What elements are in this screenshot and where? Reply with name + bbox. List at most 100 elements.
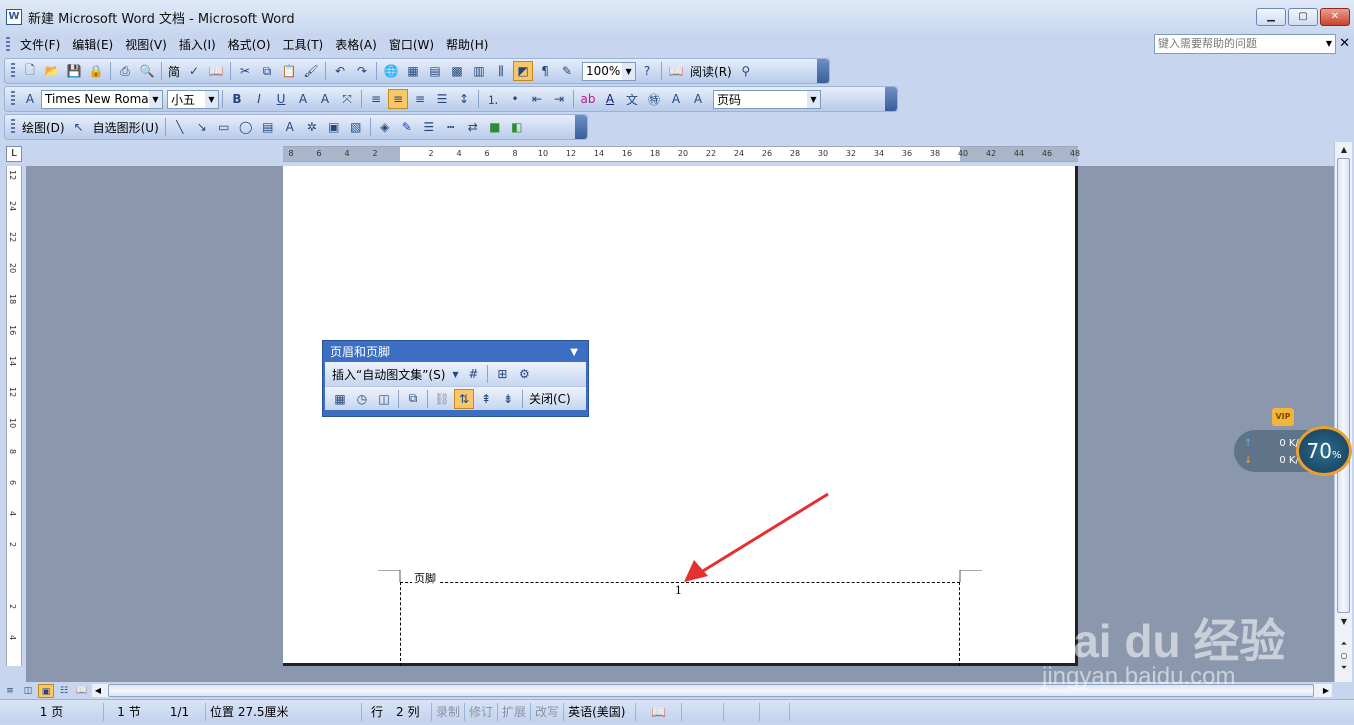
insert-date-icon[interactable]: ▦ xyxy=(330,389,350,409)
show-previous-icon[interactable]: ⇞ xyxy=(476,389,496,409)
toolbar-options-icon[interactable] xyxy=(885,87,897,111)
menu-grip-icon[interactable] xyxy=(6,37,10,53)
page-number-field[interactable]: 1 xyxy=(675,584,682,597)
align-right-icon[interactable]: ≡ xyxy=(410,89,430,109)
highlight-icon[interactable]: ab xyxy=(578,89,598,109)
clipart-icon[interactable]: ▣ xyxy=(324,117,344,137)
align-center-icon[interactable]: ≡ xyxy=(388,89,408,109)
toolbar-menu-icon[interactable]: ▼ xyxy=(570,343,578,362)
show-hide-text-icon[interactable]: ⧉ xyxy=(403,389,423,409)
zoom-select[interactable]: 100% ▼ xyxy=(582,61,637,81)
print-preview-icon[interactable]: 🔍 xyxy=(137,61,157,81)
toolbar-options-icon[interactable] xyxy=(575,115,587,139)
format-painter-icon[interactable]: 🖌 xyxy=(301,61,321,81)
phonetic-guide-icon[interactable]: 文 xyxy=(622,89,642,109)
show-next-icon[interactable]: ⇟ xyxy=(498,389,518,409)
shrink-font-icon[interactable]: A xyxy=(688,89,708,109)
format-page-number-icon[interactable]: ⚙ xyxy=(514,364,534,384)
dash-style-icon[interactable]: ┅ xyxy=(441,117,461,137)
status-extend[interactable]: 扩展 xyxy=(498,702,532,721)
save-icon[interactable]: 💾 xyxy=(64,61,84,81)
italic-icon[interactable]: I xyxy=(249,89,269,109)
close-header-footer-button[interactable]: 关闭(C) xyxy=(526,390,574,407)
show-hide-icon[interactable]: ¶ xyxy=(535,61,555,81)
chevron-down-icon[interactable]: ▼ xyxy=(149,90,162,108)
menu-help[interactable]: 帮助(H) xyxy=(440,35,494,55)
numbering-icon[interactable]: ⒈ xyxy=(483,89,503,109)
hyperlink-icon[interactable]: 🌐 xyxy=(381,61,401,81)
print-icon[interactable]: ⎙ xyxy=(115,61,135,81)
line-color-icon[interactable]: ✎ xyxy=(397,117,417,137)
status-language[interactable]: 英语(美国) xyxy=(564,702,637,721)
vip-crown-icon[interactable]: VIP xyxy=(1272,408,1294,426)
next-page-icon[interactable]: ⏷ xyxy=(1336,662,1352,674)
select-objects-icon[interactable]: ↖ xyxy=(69,117,89,137)
document-map-icon[interactable]: ◩ xyxy=(513,61,534,81)
toolbar-grip-icon[interactable] xyxy=(11,91,15,107)
menu-insert[interactable]: 插入(I) xyxy=(173,35,222,55)
chevron-down-icon[interactable]: ▼ xyxy=(449,364,461,384)
close-document-icon[interactable]: ✕ xyxy=(1339,34,1350,54)
autoshapes-button[interactable]: 自选图形(U) xyxy=(90,119,162,136)
align-justify-icon[interactable]: ≡ xyxy=(366,89,386,109)
character-scaling-icon[interactable]: ⤧ xyxy=(337,89,357,109)
menu-window[interactable]: 窗口(W) xyxy=(383,35,440,55)
chevron-down-icon[interactable]: ▼ xyxy=(622,62,636,80)
increase-indent-icon[interactable]: ⇥ xyxy=(549,89,569,109)
menu-format[interactable]: 格式(O) xyxy=(222,35,277,55)
ink-icon[interactable]: ✎ xyxy=(557,61,577,81)
binoculars-icon[interactable]: ⚲ xyxy=(736,61,756,81)
undo-icon[interactable]: ↶ xyxy=(330,61,350,81)
3d-icon[interactable]: ◧ xyxy=(507,117,527,137)
close-button[interactable]: ✕ xyxy=(1320,8,1350,26)
insert-page-count-icon[interactable]: ⊞ xyxy=(492,364,512,384)
line-spacing-icon[interactable]: ↕ xyxy=(454,89,474,109)
scroll-right-icon[interactable]: ▶ xyxy=(1320,684,1332,697)
grow-font-icon[interactable]: A xyxy=(666,89,686,109)
character-border-icon[interactable]: A xyxy=(293,89,313,109)
style-select[interactable]: 页码 ▼ xyxy=(713,89,821,109)
scroll-left-icon[interactable]: ◀ xyxy=(92,684,104,697)
redo-icon[interactable]: ↷ xyxy=(352,61,372,81)
cut-icon[interactable]: ✂ xyxy=(235,61,255,81)
picture-icon[interactable]: ▧ xyxy=(346,117,366,137)
memory-usage-circle[interactable]: 70% xyxy=(1296,426,1352,476)
traditional-chinese-button[interactable]: 简 xyxy=(165,63,183,80)
maximize-button[interactable]: ▢ xyxy=(1288,8,1318,26)
wordart-icon[interactable]: A xyxy=(280,117,300,137)
spelling-status-icon[interactable]: 📖 xyxy=(636,702,683,721)
toolbar-grip-icon[interactable] xyxy=(11,119,15,135)
styles-icon[interactable]: A xyxy=(20,89,40,109)
status-overtype[interactable]: 改写 xyxy=(531,702,565,721)
enclose-character-icon[interactable]: ㊕ xyxy=(644,89,664,109)
toolbar-grip-icon[interactable] xyxy=(11,63,15,79)
line-icon[interactable]: ╲ xyxy=(170,117,190,137)
font-color-icon[interactable]: A xyxy=(600,89,620,109)
bold-icon[interactable]: B xyxy=(227,89,247,109)
drawing-icon[interactable]: ⫼ xyxy=(491,61,511,81)
tab-selector[interactable]: L xyxy=(6,146,22,162)
page-setup-icon[interactable]: ◫ xyxy=(374,389,394,409)
minimize-button[interactable]: ▁ xyxy=(1256,8,1286,26)
insert-autotext-button[interactable]: 插入“自动图文集”(S) xyxy=(329,366,448,383)
rectangle-icon[interactable]: ▭ xyxy=(214,117,234,137)
insert-page-number-icon[interactable]: # xyxy=(463,364,483,384)
line-style-icon[interactable]: ☰ xyxy=(419,117,439,137)
menu-edit[interactable]: 编辑(E) xyxy=(66,35,119,55)
toolbar-options-icon[interactable] xyxy=(817,59,829,83)
columns-icon[interactable]: ▥ xyxy=(469,61,489,81)
normal-view-icon[interactable]: ≡ xyxy=(2,684,18,698)
copy-icon[interactable]: ⧉ xyxy=(257,61,277,81)
menu-table[interactable]: 表格(A) xyxy=(329,35,383,55)
spelling-icon[interactable]: ✓ xyxy=(184,61,204,81)
scroll-down-icon[interactable]: ▼ xyxy=(1336,616,1352,628)
reading-view-icon[interactable]: 📖 xyxy=(74,684,90,698)
textbox-icon[interactable]: ▤ xyxy=(258,117,278,137)
insert-excel-icon[interactable]: ▩ xyxy=(447,61,467,81)
read-button[interactable]: 阅读(R) xyxy=(687,63,735,80)
outline-view-icon[interactable]: ☷ xyxy=(56,684,72,698)
status-track-changes[interactable]: 修订 xyxy=(465,702,499,721)
print-layout-view-icon[interactable]: ▣ xyxy=(38,683,54,698)
menu-view[interactable]: 视图(V) xyxy=(119,35,173,55)
new-document-icon[interactable]: 🗋 xyxy=(20,61,40,81)
